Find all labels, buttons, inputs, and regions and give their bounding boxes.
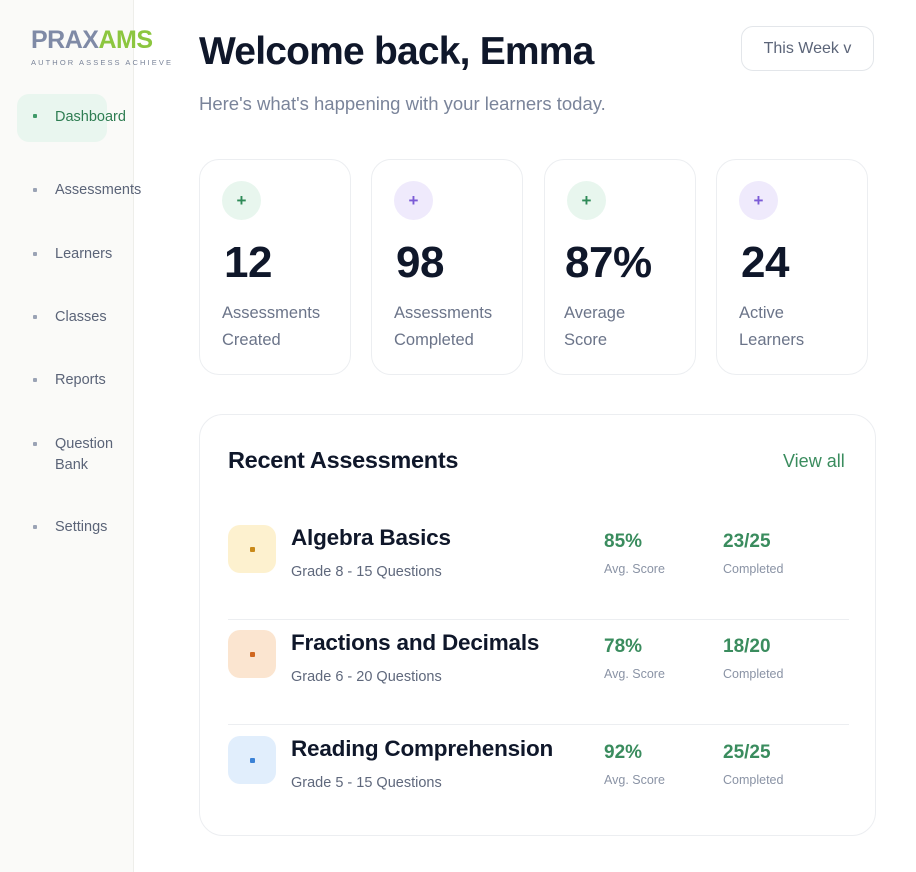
page-subtitle: Here's what's happening with your learne… [199, 93, 606, 114]
section-title: Recent Assessments [228, 447, 459, 473]
sidebar-item-label: Question [55, 436, 114, 452]
assessment-row[interactable]: Fractions and Decimals Grade 6 - 20 Ques… [228, 620, 849, 725]
stat-card-assessments-created: + 12 Assessments Created [199, 159, 351, 375]
stat-caption-line1: Average [564, 304, 626, 322]
logo-ams: AMS [98, 26, 153, 54]
bullet-icon [33, 114, 37, 118]
plus-icon: + [567, 181, 606, 220]
completion-value: 23/25 [723, 531, 771, 552]
sidebar-item-label: Assessments [55, 182, 142, 198]
sidebar-item-reports[interactable]: Reports [17, 370, 177, 391]
stat-card-active-learners: + 24 Active Learners [716, 159, 868, 375]
stat-caption-line1: Assessments [222, 304, 321, 322]
completion-value: 25/25 [723, 742, 771, 763]
sidebar-item-label: Dashboard [55, 109, 126, 125]
bullet-icon [33, 315, 37, 319]
assessment-icon [228, 736, 276, 784]
stat-caption-line1: Active [739, 304, 784, 322]
completion-label: Completed [723, 562, 784, 576]
logo-wordmark: PRAXAMS [31, 27, 173, 53]
stat-value: 87% [565, 238, 652, 287]
stat-value: 12 [224, 238, 272, 287]
recent-assessments-panel: Recent Assessments View all Algebra Basi… [199, 414, 876, 836]
assessment-name: Reading Comprehension [291, 736, 554, 761]
assessment-icon [228, 630, 276, 678]
avg-score-value: 85% [604, 531, 643, 552]
stat-card-average-score: + 87% Average Score [544, 159, 696, 375]
stat-caption: Average Score [564, 300, 625, 354]
stat-value: 98 [396, 238, 444, 287]
logo-tagline: AUTHOR ASSESS ACHIEVE [31, 58, 174, 67]
avg-score: 92% Avg. Score [604, 742, 665, 787]
plus-icon: + [739, 181, 778, 220]
avg-score: 78% Avg. Score [604, 636, 665, 681]
assessment-row[interactable]: Algebra Basics Grade 8 - 15 Questions 85… [228, 515, 849, 620]
completion: 23/25 Completed [723, 531, 783, 576]
sidebar-item-dashboard[interactable]: Dashboard [17, 94, 177, 142]
assessment-name: Fractions and Decimals [291, 630, 540, 655]
bullet-icon [33, 252, 37, 256]
stat-caption-line2: Score [564, 331, 608, 349]
completion-label: Completed [723, 667, 784, 681]
avg-score-label: Avg. Score [604, 773, 665, 787]
sidebar-item-learners[interactable]: Learners [17, 244, 177, 265]
sidebar-item-label: Reports [55, 372, 106, 388]
assessment-name: Algebra Basics [291, 525, 451, 550]
avg-score-value: 78% [604, 636, 643, 657]
stat-caption-line2: Created [222, 331, 281, 349]
square-icon [249, 651, 255, 657]
sidebar-item-classes[interactable]: Classes [17, 307, 177, 328]
stat-caption-line1: Assessments [394, 304, 493, 322]
stat-card-assessments-completed: + 98 Assessments Completed [371, 159, 523, 375]
stat-caption: Assessments Completed [394, 300, 492, 354]
sidebar: PRAXAMS AUTHOR ASSESS ACHIEVE Dashboard … [0, 0, 171, 872]
sidebar-item-label: Learners [55, 246, 113, 262]
completion-value: 18/20 [723, 636, 771, 657]
sidebar-item-question-bank[interactable]: Question Bank [17, 434, 177, 476]
sidebar-item-label-line2: Bank [55, 457, 89, 473]
sidebar-item-assessments[interactable]: Assessments [17, 180, 177, 201]
sidebar-item-label: Classes [55, 309, 107, 325]
logo-prax: PRAX [31, 26, 99, 54]
stat-caption: Active Learners [739, 300, 804, 354]
plus-icon: + [394, 181, 433, 220]
bullet-icon [33, 525, 37, 529]
stat-caption-line2: Learners [739, 331, 805, 349]
assessment-meta: Grade 6 - 20 Questions [291, 669, 442, 685]
avg-score-label: Avg. Score [604, 562, 665, 576]
square-icon [249, 757, 255, 763]
completion: 18/20 Completed [723, 636, 783, 681]
stat-value: 24 [741, 238, 789, 287]
view-all-link[interactable]: View all [783, 451, 845, 472]
bullet-icon [33, 442, 37, 446]
brand-logo[interactable]: PRAXAMS AUTHOR ASSESS ACHIEVE [31, 27, 173, 67]
sidebar-item-settings[interactable]: Settings [17, 517, 177, 538]
stat-caption-line2: Completed [394, 331, 474, 349]
completion-label: Completed [723, 773, 784, 787]
bullet-icon [33, 188, 37, 192]
stat-caption: Assessments Created [222, 300, 320, 354]
avg-score-value: 92% [604, 742, 643, 763]
avg-score: 85% Avg. Score [604, 531, 665, 576]
sidebar-item-label: Settings [55, 519, 108, 535]
assessment-meta: Grade 5 - 15 Questions [291, 775, 442, 791]
completion: 25/25 Completed [723, 742, 783, 787]
square-icon [249, 546, 255, 552]
assessment-meta: Grade 8 - 15 Questions [291, 564, 442, 580]
assessment-row[interactable]: Reading Comprehension Grade 5 - 15 Quest… [228, 726, 849, 831]
avg-score-label: Avg. Score [604, 667, 665, 681]
period-dropdown[interactable]: This Week v [741, 26, 874, 71]
bullet-icon [33, 378, 37, 382]
page-title: Welcome back, Emma [199, 30, 594, 73]
plus-icon: + [222, 181, 261, 220]
assessment-icon [228, 525, 276, 573]
